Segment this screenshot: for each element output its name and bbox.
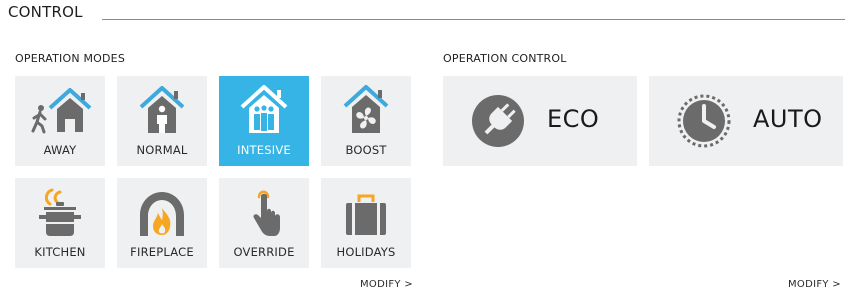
mode-tile-label: FIREPLACE	[130, 245, 194, 259]
mode-tile-label: NORMAL	[136, 143, 188, 157]
mode-tile-label: OVERRIDE	[233, 245, 295, 259]
mode-tile-fireplace[interactable]: FIREPLACE	[117, 178, 207, 268]
header-divider	[102, 19, 845, 20]
cooking-pot-icon	[15, 180, 105, 242]
mode-tile-label: INTESIVE	[237, 143, 291, 157]
mode-tile-normal[interactable]: NORMAL	[117, 76, 207, 166]
operation-control-modify-link[interactable]: MODIFY >	[788, 279, 841, 290]
operation-modes-heading: OPERATION MODES	[15, 52, 126, 65]
mode-tile-intensive[interactable]: INTESIVE	[219, 76, 309, 166]
mode-tile-override[interactable]: OVERRIDE	[219, 178, 309, 268]
control-button-label: ECO	[547, 105, 600, 133]
touch-finger-icon	[219, 180, 309, 242]
mode-tile-label: KITCHEN	[34, 245, 86, 259]
control-button-label: AUTO	[753, 105, 823, 133]
mode-tile-holidays[interactable]: HOLIDAYS	[321, 178, 411, 268]
mode-tile-boost[interactable]: BOOST	[321, 76, 411, 166]
suitcase-icon	[321, 180, 411, 242]
mode-tile-kitchen[interactable]: KITCHEN	[15, 178, 105, 268]
mode-tile-label: AWAY	[43, 143, 77, 157]
house-person-icon	[117, 78, 207, 140]
mode-tile-label: BOOST	[345, 143, 387, 157]
control-button-auto[interactable]: AUTO	[649, 76, 843, 166]
house-fan-icon	[321, 78, 411, 140]
page-header: CONTROL	[0, 0, 847, 26]
fireplace-icon	[117, 180, 207, 242]
operation-control-heading: OPERATION CONTROL	[443, 52, 567, 65]
page-title: CONTROL	[8, 3, 83, 21]
control-button-eco[interactable]: ECO	[443, 76, 637, 166]
clock-icon	[677, 94, 731, 148]
house-group-icon	[219, 78, 309, 140]
mode-tile-label: HOLIDAYS	[336, 245, 396, 259]
operation-modes-modify-link[interactable]: MODIFY >	[360, 279, 413, 290]
mode-tile-away[interactable]: AWAY	[15, 76, 105, 166]
plug-icon	[471, 94, 525, 148]
house-walking-person-icon	[15, 78, 105, 140]
